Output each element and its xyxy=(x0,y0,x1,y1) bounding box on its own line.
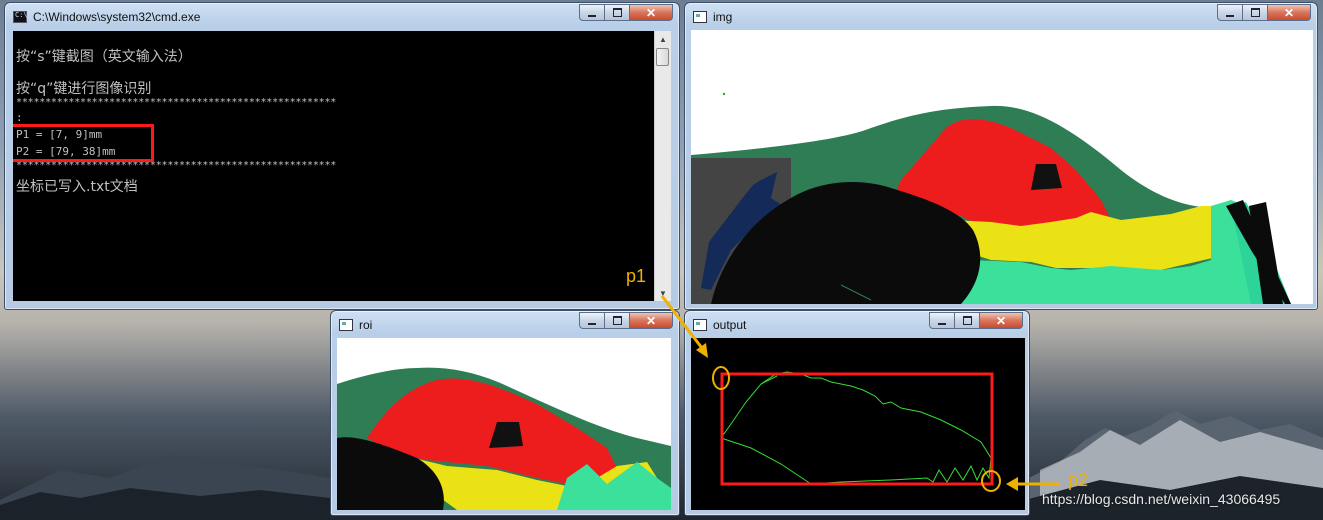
annotation-p2: p2 xyxy=(1068,470,1089,490)
annotation-overlay xyxy=(660,295,1060,491)
watermark: https://blog.csdn.net/weixin_43066495 xyxy=(1042,491,1281,507)
annotation-p1: p1 xyxy=(626,266,647,286)
